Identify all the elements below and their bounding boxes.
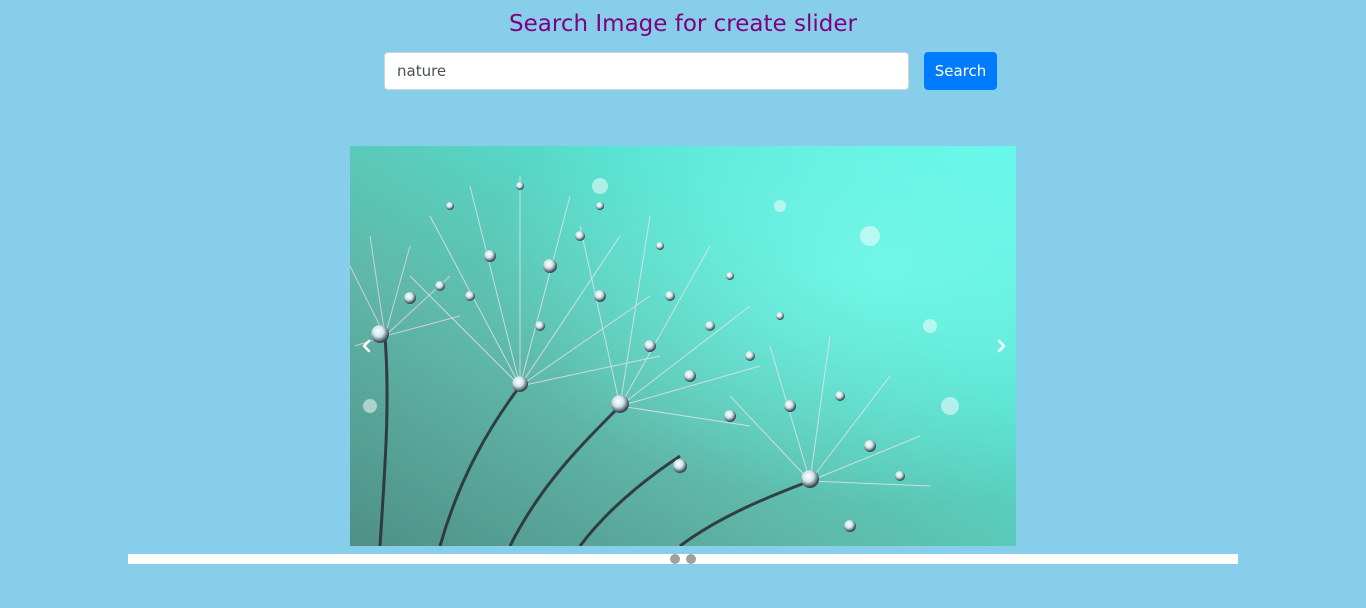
image-slider [350,146,1016,546]
slide-image [350,146,1016,546]
chevron-left-icon [362,339,371,353]
search-button[interactable]: Search [924,52,997,90]
search-input[interactable] [384,52,909,90]
slider-dot-1[interactable] [670,554,680,564]
next-slide-button[interactable] [986,331,1016,361]
slider-dot-2[interactable] [686,554,696,564]
prev-slide-button[interactable] [352,331,382,361]
page: Search Image for create slider Search [0,0,1366,608]
slider-dots [128,554,1238,564]
page-title: Search Image for create slider [509,11,857,37]
chevron-right-icon [997,339,1006,353]
